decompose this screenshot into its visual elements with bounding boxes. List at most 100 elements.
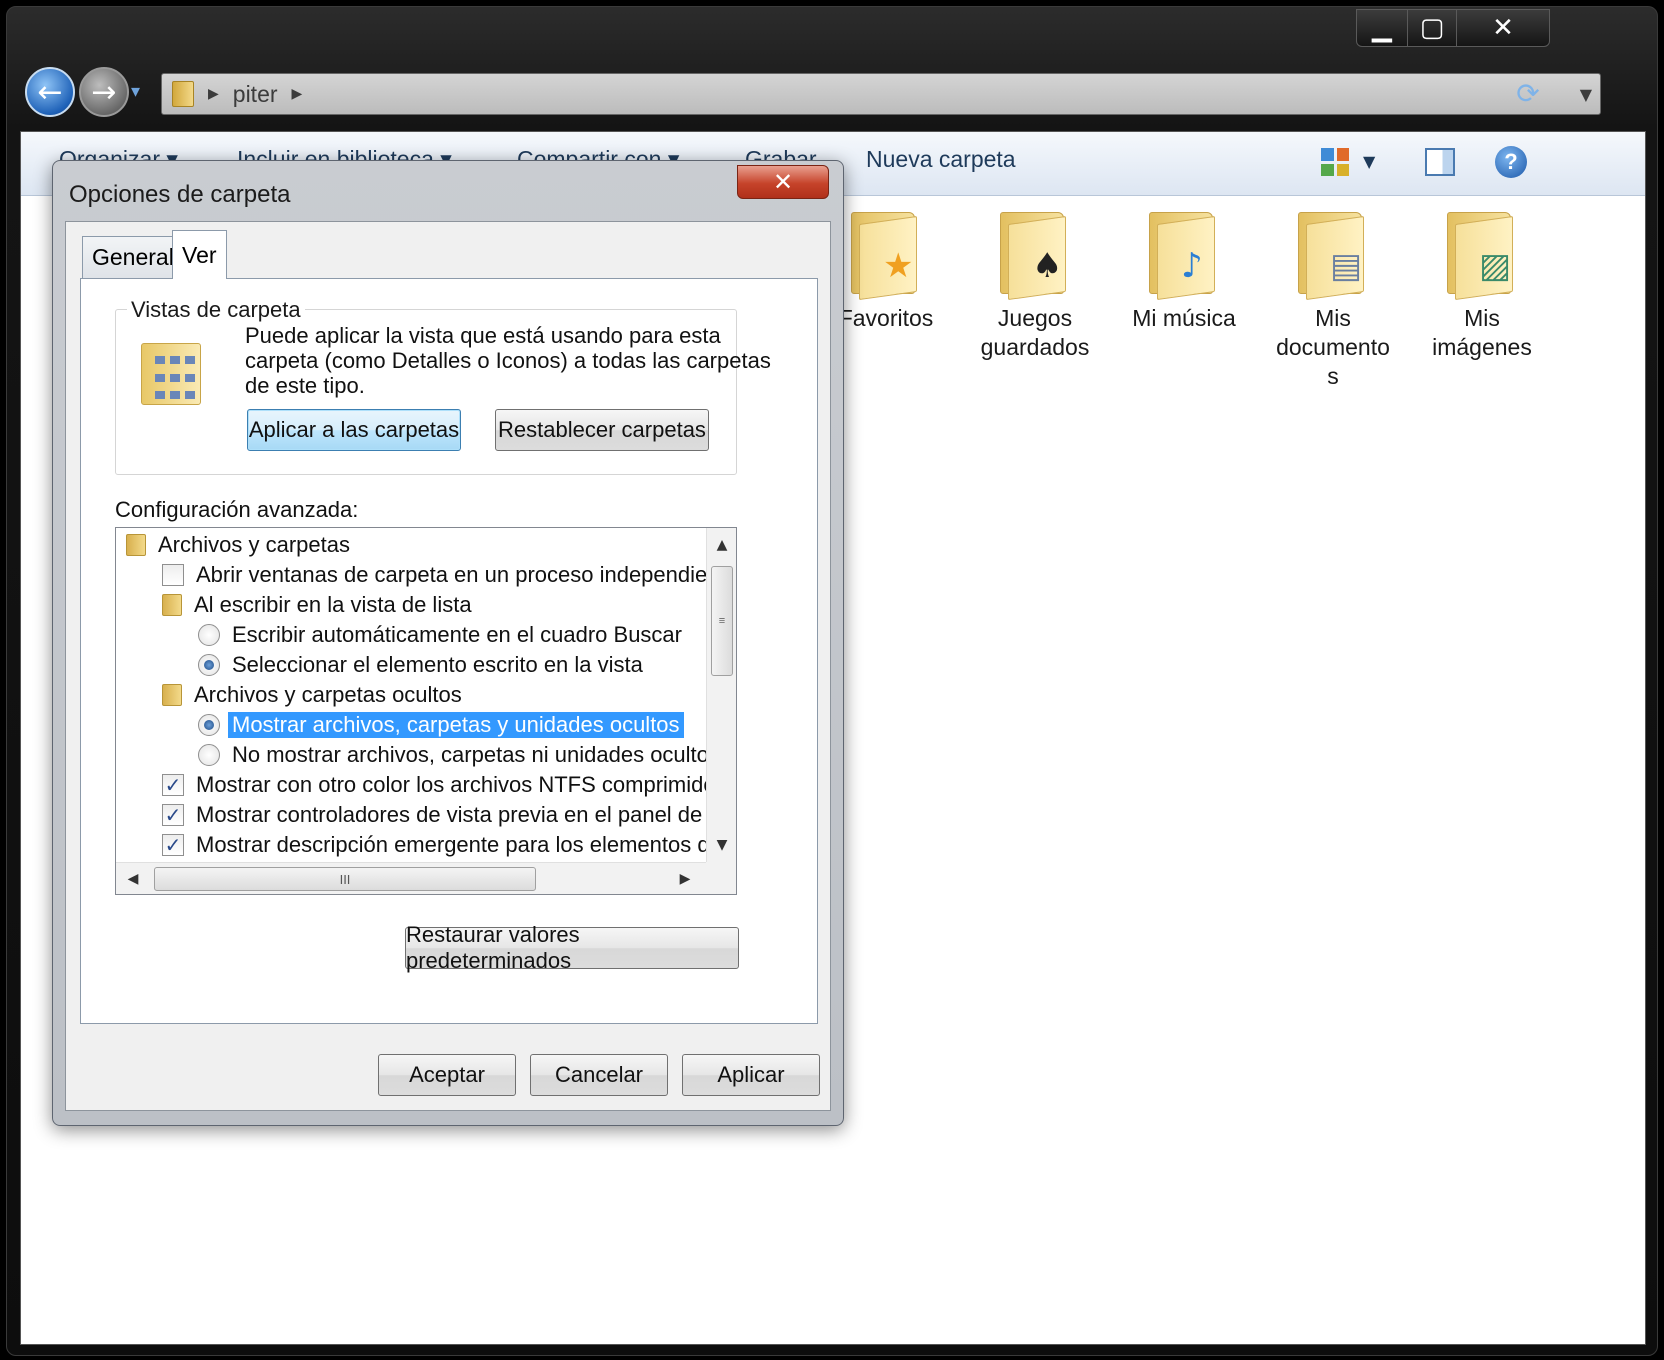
radio-button[interactable] [198,744,220,766]
close-window-button[interactable]: ✕ [1456,9,1550,47]
tree-option-label: Seleccionar el elemento escrito en la vi… [232,652,643,677]
help-icon[interactable]: ? [1495,146,1527,178]
tree-group: Archivos y carpetas [126,530,350,560]
tree-option[interactable]: ✓ Mostrar con otro color los archivos NTF… [162,770,706,800]
tree-option[interactable]: Abrir ventanas de carpeta en un proceso … [162,560,706,590]
tree-option[interactable]: Seleccionar el elemento escrito en la vi… [198,650,643,680]
dialog-body: General Ver Vistas de carpeta Puede apli… [65,221,831,1111]
dialog-close-button[interactable]: ✕ [737,165,829,199]
folder-label: Juegos guardados [980,305,1090,360]
forward-arrow-icon: → [91,74,117,110]
tree-option-label: Abrir ventanas de carpeta en un proceso … [196,562,706,587]
view-options-icon[interactable] [1321,148,1349,176]
back-button[interactable]: ← [25,67,75,117]
view-dropdown-icon[interactable]: ▼ [1363,152,1375,171]
scroll-right-icon[interactable]: ▶ [674,868,696,890]
close-icon: ✕ [772,168,794,196]
user-folder-icon [172,81,194,107]
tree-option[interactable]: Escribir automáticamente en el cuadro Bu… [198,620,682,650]
horizontal-scroll-thumb[interactable]: III [154,867,536,891]
folder-item[interactable]: ▤ Mis documentos [1248,208,1418,391]
new-folder-button[interactable]: Nueva carpeta [866,146,1016,173]
recent-pages-button[interactable]: ▾ [131,81,140,102]
address-dropdown-icon[interactable]: ▼ [1580,85,1592,104]
folder-views-description: Puede aplicar la vista que está usando p… [245,323,771,398]
tree-option[interactable]: No mostrar archivos, carpetas ni unidade… [198,740,706,770]
folder-emblem-icon: ♪ [1181,246,1203,286]
breadcrumb-separator-icon: ▶ [208,86,219,102]
minimize-icon: ▁ [1372,13,1392,43]
scroll-up-icon[interactable]: ▲ [711,534,733,556]
address-bar[interactable]: ▶ piter ▶ ▼ [161,73,1601,115]
tab-ver[interactable]: Ver [172,230,227,279]
restore-defaults-button[interactable]: Restaurar valores predeterminados [405,922,739,973]
folder-item[interactable]: ♪ Mi música [1099,208,1269,333]
music-folder-icon: ♪ [1145,208,1223,301]
maximize-icon: ▢ [1419,13,1445,43]
minimize-button[interactable]: ▁ [1356,9,1408,47]
checkbox[interactable]: ✓ [162,833,184,857]
vertical-scrollbar[interactable]: ▲ ≡ ▼ [706,528,736,862]
tab-panel-ver: Vistas de carpeta Puede aplicar la vista… [80,278,818,1024]
tree-option-label: Mostrar con otro color los archivos NTFS… [196,772,706,797]
advanced-settings-tree[interactable]: Archivos y carpetas Abrir ventanas de car… [115,527,737,895]
tree-option-label: Al escribir en la vista de lista [194,592,472,617]
dialog-title: Opciones de carpeta [69,181,291,208]
ok-button[interactable]: Aceptar [378,1054,516,1096]
radio-dot [204,720,214,730]
vertical-scroll-thumb[interactable]: ≡ [711,566,733,676]
favorites-folder-icon: ★ [847,208,925,301]
folder-label: Mis documentos [1276,305,1390,389]
scroll-left-icon[interactable]: ◀ [122,868,144,890]
scrollbar-corner [706,862,736,894]
folder-label: Favoritos [838,305,934,331]
folder-emblem-icon: ★ [883,246,914,286]
breadcrumb-chevron-icon[interactable]: ▶ [292,86,303,102]
refresh-icon: ⟳ [1516,76,1540,110]
folder-item[interactable]: ▨ Mis imágenes [1397,208,1567,362]
apply-to-folders-button[interactable]: Aplicar a las carpetas [247,409,461,451]
tree-folder-icon [162,594,182,616]
tree-option[interactable]: ✓ Mostrar descripción emergente para los … [162,830,706,860]
checkbox[interactable]: ✓ [162,773,184,797]
tab-general[interactable]: General [82,236,184,278]
preview-pane-icon[interactable] [1425,148,1455,176]
cancel-button[interactable]: Cancelar [530,1054,668,1096]
folder-item[interactable]: ♠ Juegos guardados [950,208,1120,362]
folder-options-dialog: Opciones de carpeta ✕ General Ver Vistas… [52,160,844,1126]
tree-option-label: Archivos y carpetas ocultos [194,682,462,707]
checkbox[interactable]: ✓ [162,803,184,827]
radio-button[interactable] [198,654,220,676]
scroll-down-icon[interactable]: ▼ [711,834,733,856]
advanced-settings-label: Configuración avanzada: [115,497,359,522]
radio-button[interactable] [198,624,220,646]
maximize-button[interactable]: ▢ [1407,9,1457,47]
folder-emblem-icon: ▨ [1479,246,1512,286]
tree-group: Archivos y carpetas ocultos [162,680,462,710]
tree-group: Al escribir en la vista de lista [162,590,472,620]
back-arrow-icon: ← [37,74,63,110]
folder-emblem-icon: ▤ [1330,246,1363,286]
folder-label: Mis imágenes [1432,305,1532,360]
breadcrumb-piter[interactable]: piter [233,81,278,108]
pictures-folder-icon: ▨ [1443,208,1521,301]
forward-button[interactable]: → [79,67,129,117]
folder-views-legend: Vistas de carpeta [127,297,305,323]
radio-button[interactable] [198,714,220,736]
tree-folder-icon [126,534,146,556]
folder-label: Mi música [1132,305,1236,331]
refresh-button[interactable]: ⟳ [1510,71,1546,115]
radio-dot [204,660,214,670]
tree-option-label: No mostrar archivos, carpetas ni unidade… [232,742,706,767]
folder-view-icon [141,343,201,405]
reset-folders-button[interactable]: Restablecer carpetas [495,409,709,451]
documents-folder-icon: ▤ [1294,208,1372,301]
tree-option[interactable]: Mostrar archivos, carpetas y unidades oc… [198,710,684,740]
tree-option-label: Mostrar archivos, carpetas y unidades oc… [228,712,684,738]
chevron-down-icon: ▾ [131,81,141,102]
checkbox[interactable] [162,564,184,586]
tree-option[interactable]: ✓ Mostrar controladores de vista previa e… [162,800,706,830]
apply-button[interactable]: Aplicar [682,1054,820,1096]
horizontal-scrollbar[interactable]: ◀ III ▶ [116,862,706,894]
tree-option-label: Escribir automáticamente en el cuadro Bu… [232,622,682,647]
